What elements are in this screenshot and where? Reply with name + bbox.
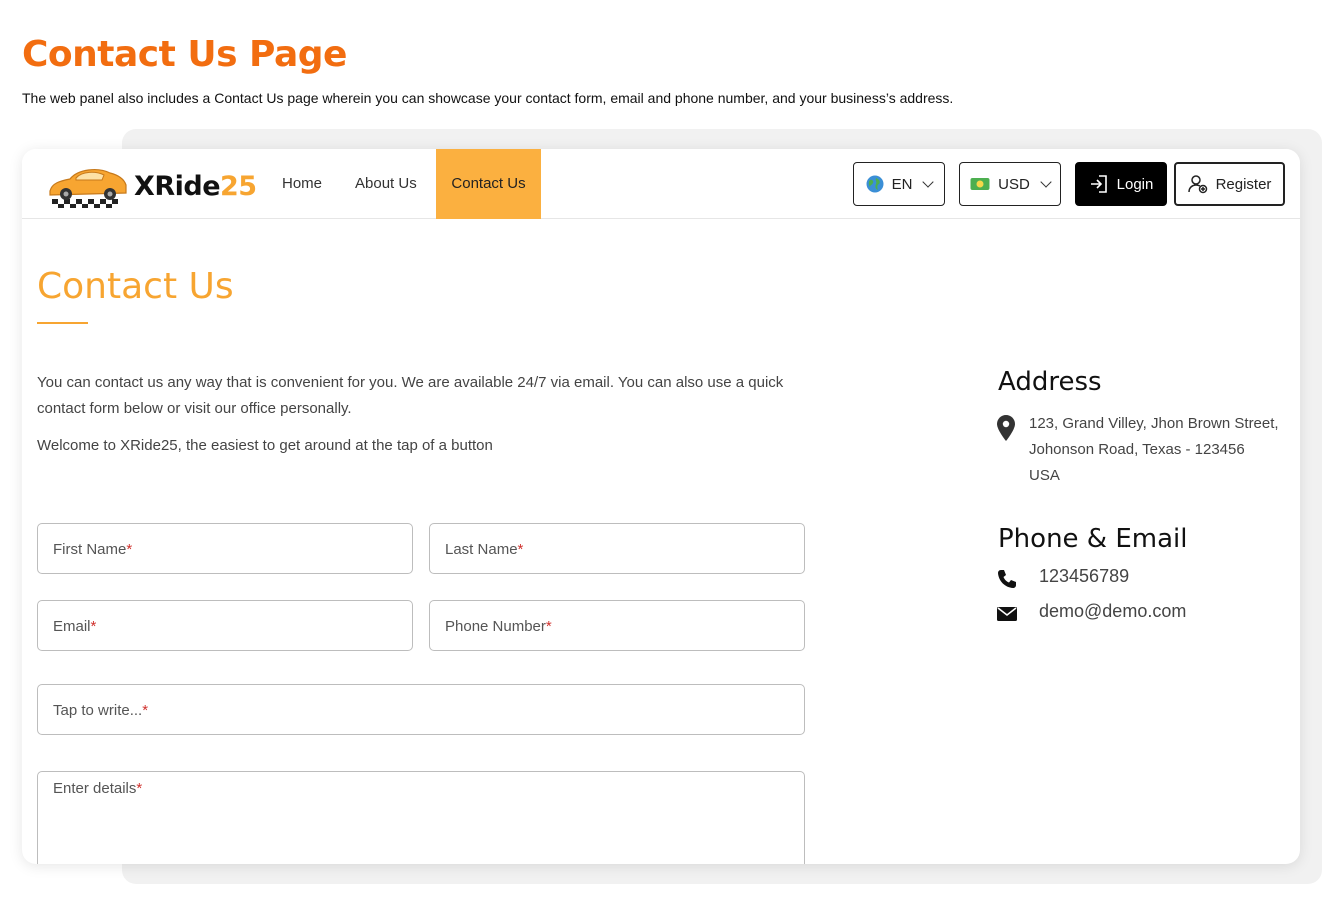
nav-home[interactable]: Home [267,149,337,219]
user-add-icon [1187,175,1207,194]
login-icon [1090,175,1107,193]
last-name-field[interactable]: Last Name* [429,523,805,574]
login-button[interactable]: Login [1075,162,1167,206]
address-line-1: 123, Grand Villey, Jhon Brown Street, [1029,415,1279,432]
car-logo-icon [49,169,127,208]
nav-contact-us[interactable]: Contact Us [436,149,541,219]
navbar: XRide25 Home About Us Contact Us EN USD [22,149,1300,219]
details-textarea[interactable]: Enter details* [37,771,805,864]
nav-about-us[interactable]: About Us [340,149,432,219]
contact-heading: Contact Us [37,266,234,307]
contact-intro: You can contact us any way that is conve… [37,374,784,417]
phone-icon [998,570,1016,588]
brand-logo[interactable]: XRide25 [46,159,257,209]
email-address[interactable]: demo@demo.com [1039,601,1186,622]
chevron-down-icon [922,176,935,188]
login-label: Login [1116,175,1154,193]
address-line-2: Johonson Road, Texas - 123456 [1029,441,1245,458]
browser-frame: XRide25 Home About Us Contact Us EN USD [22,149,1300,864]
envelope-icon [997,607,1017,621]
phone-number-field[interactable]: Phone Number* [429,600,805,651]
register-label: Register [1215,175,1272,193]
currency-select[interactable]: USD [959,162,1061,206]
welcome-text: Welcome to XRide25, the easiest to get a… [37,437,493,454]
language-select[interactable]: EN [853,162,945,206]
globe-icon [866,175,884,193]
currency-value: USD [998,175,1030,193]
phone-email-title: Phone & Email [998,524,1188,554]
email-field[interactable]: Email* [37,600,413,651]
address-title: Address [998,367,1102,397]
subject-field[interactable]: Tap to write...* [37,684,805,735]
chevron-down-icon [1040,176,1052,188]
page-title: Contact Us Page [22,34,347,75]
brand-name: XRide25 [134,171,257,202]
location-pin-icon [997,415,1015,441]
address-line-3: USA [1029,467,1060,484]
heading-underline [37,322,88,324]
phone-number[interactable]: 123456789 [1039,566,1129,587]
address-text: 123, Grand Villey, Jhon Brown Street, Jo… [1029,411,1299,489]
language-value: EN [891,175,913,193]
page-description: The web panel also includes a Contact Us… [22,90,954,106]
money-icon [970,178,990,190]
register-button[interactable]: Register [1174,162,1285,206]
first-name-field[interactable]: First Name* [37,523,413,574]
